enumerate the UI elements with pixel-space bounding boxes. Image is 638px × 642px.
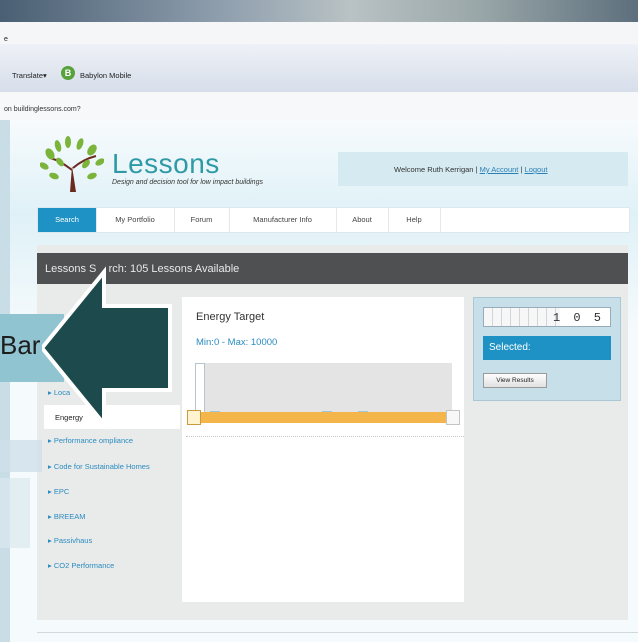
filter-title: Energy Target (196, 311, 265, 323)
menu-fragment[interactable]: e (4, 36, 8, 43)
window-title-bar (0, 0, 638, 22)
results-counter: 1 0 5 (483, 307, 611, 327)
background-window-fragment (0, 440, 42, 472)
tree-logo-icon (40, 136, 104, 192)
energy-histogram (196, 363, 452, 413)
site-logo-title[interactable]: Lessons (112, 148, 220, 180)
counter-cells (484, 308, 560, 326)
babylon-icon[interactable]: B (61, 66, 75, 80)
tab-search[interactable]: Search (38, 208, 97, 232)
sidebar-item-passivhaus[interactable]: ▸ Passivhaus (48, 536, 92, 545)
welcome-box: Welcome Ruth Kerrigan | My Account | Log… (338, 152, 628, 186)
translate-button[interactable]: Translate▾ (12, 71, 47, 80)
tab-manufacturer-info[interactable]: Manufacturer Info (229, 208, 337, 232)
callout-arrow-icon (42, 266, 172, 430)
notification-bar: on buildinglessons.com? (0, 92, 638, 121)
page-bottom-line (37, 632, 638, 633)
sidebar-item-co2-performance[interactable]: ▸ CO2 Performance (48, 561, 114, 570)
my-account-link[interactable]: My Account (480, 165, 519, 174)
tab-about[interactable]: About (336, 208, 389, 232)
babylon-mobile-link[interactable]: Babylon Mobile (80, 71, 131, 80)
filter-content: Energy Target Min:0 - Max: 10000 (182, 297, 464, 602)
welcome-text: Welcome Ruth Kerrigan | (394, 165, 478, 174)
background-window-fragment (0, 478, 30, 548)
sidebar-item-code-for-sustainable-homes[interactable]: ▸ Code for Sustainable Homes (48, 462, 150, 471)
logout-link[interactable]: Logout (525, 165, 548, 174)
range-slider-track[interactable] (192, 412, 446, 423)
filter-range-text: Min:0 - Max: 10000 (196, 337, 278, 348)
tab-forum[interactable]: Forum (174, 208, 230, 232)
range-slider-min-knob[interactable] (187, 410, 201, 425)
link-separator: | (520, 165, 523, 174)
callout-label: Bar (0, 330, 41, 360)
site-logo-subtitle: Design and decision tool for low impact … (112, 179, 263, 186)
notification-text: on buildinglessons.com? (4, 106, 81, 113)
results-count: 1 0 5 (552, 311, 604, 325)
selected-bar: Selected: (483, 336, 611, 360)
sidebar-item-breeam[interactable]: ▸ BREEAM (48, 512, 86, 521)
tab-my-portfolio[interactable]: My Portfolio (96, 208, 175, 232)
range-slider-max-knob[interactable] (446, 410, 460, 425)
dropdown-icon: ▾ (43, 71, 47, 80)
view-results-button[interactable]: View Results (483, 373, 547, 388)
menu-bar: e (0, 22, 638, 45)
sidebar-item-epc[interactable]: ▸ EPC (48, 487, 69, 496)
range-selection-handle[interactable] (195, 363, 205, 413)
browser-toolbar: Translate▾ B Babylon Mobile (0, 44, 638, 93)
sidebar-item-performance-compliance[interactable]: ▸ Performance ompliance (48, 436, 133, 445)
selected-label: Selected: (489, 342, 531, 353)
tab-help[interactable]: Help (388, 208, 441, 232)
main-nav: Search My Portfolio Forum Manufacturer I… (37, 207, 630, 233)
divider (186, 436, 464, 437)
